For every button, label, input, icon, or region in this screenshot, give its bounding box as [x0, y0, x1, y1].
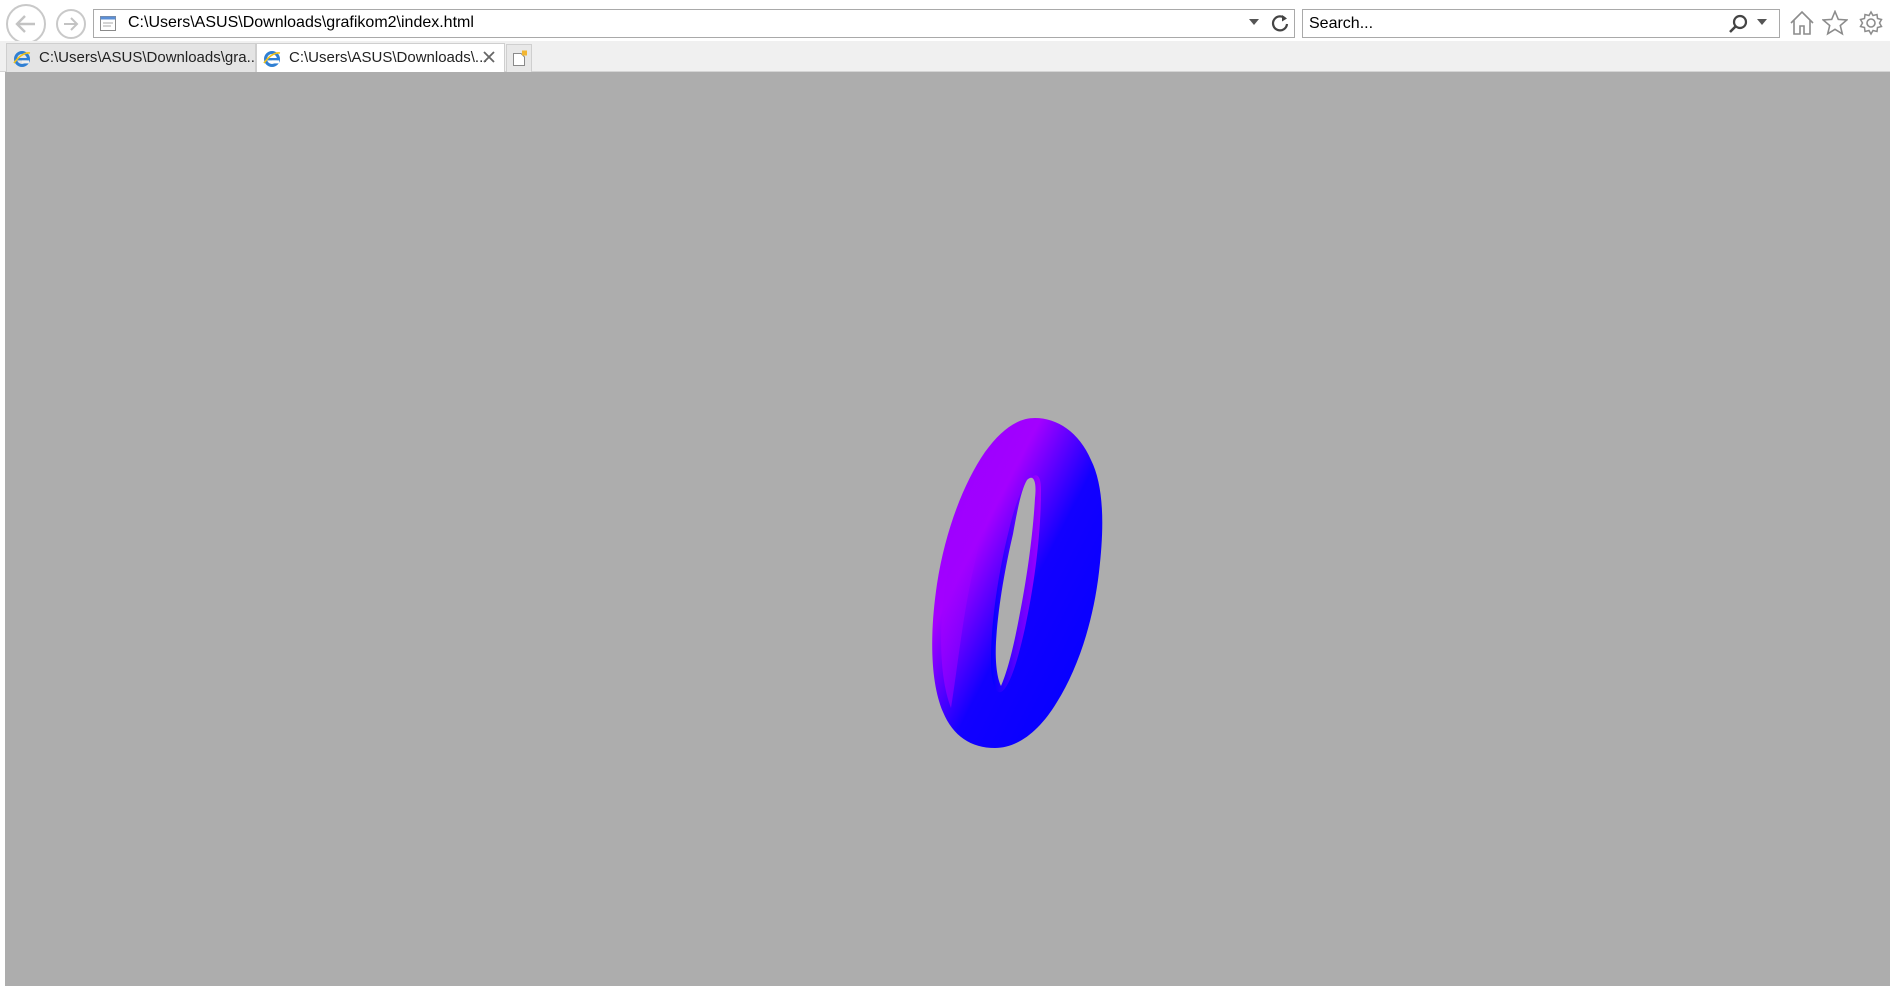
search-box[interactable] — [1302, 9, 1780, 38]
chevron-down-icon[interactable] — [1248, 18, 1260, 26]
address-bar[interactable]: C:\Users\ASUS\Downloads\grafikom2\index.… — [93, 9, 1295, 38]
forward-button[interactable] — [56, 9, 86, 39]
webgl-canvas[interactable] — [5, 72, 1890, 986]
page-icon — [100, 16, 116, 31]
tab-title: C:\Users\ASUS\Downloads\... — [289, 49, 488, 66]
ie-icon — [263, 51, 281, 67]
search-input[interactable] — [1309, 13, 1709, 34]
address-text: C:\Users\ASUS\Downloads\grafikom2\index.… — [128, 14, 474, 31]
home-icon[interactable] — [1789, 10, 1815, 36]
gear-icon[interactable] — [1858, 10, 1884, 36]
torus-object — [932, 418, 1103, 748]
star-icon[interactable] — [1822, 10, 1848, 36]
forward-arrow-icon — [64, 17, 79, 31]
tab-1[interactable]: C:\Users\ASUS\Downloads\gra... — [6, 43, 256, 73]
back-button[interactable] — [6, 4, 46, 44]
chevron-down-icon[interactable] — [1756, 18, 1768, 26]
close-icon[interactable] — [482, 50, 496, 64]
tab-title: C:\Users\ASUS\Downloads\gra... — [39, 49, 256, 66]
tab-strip: C:\Users\ASUS\Downloads\gra... C:\Users\… — [0, 41, 1890, 73]
back-arrow-icon — [15, 15, 35, 33]
page-viewport[interactable] — [5, 72, 1890, 986]
magnifier-icon[interactable] — [1728, 14, 1748, 34]
ie-icon — [13, 51, 31, 67]
refresh-icon[interactable] — [1270, 13, 1290, 34]
tab-2-active[interactable]: C:\Users\ASUS\Downloads\... — [256, 43, 505, 73]
new-tab-button[interactable] — [506, 44, 532, 72]
new-tab-icon — [513, 50, 527, 66]
